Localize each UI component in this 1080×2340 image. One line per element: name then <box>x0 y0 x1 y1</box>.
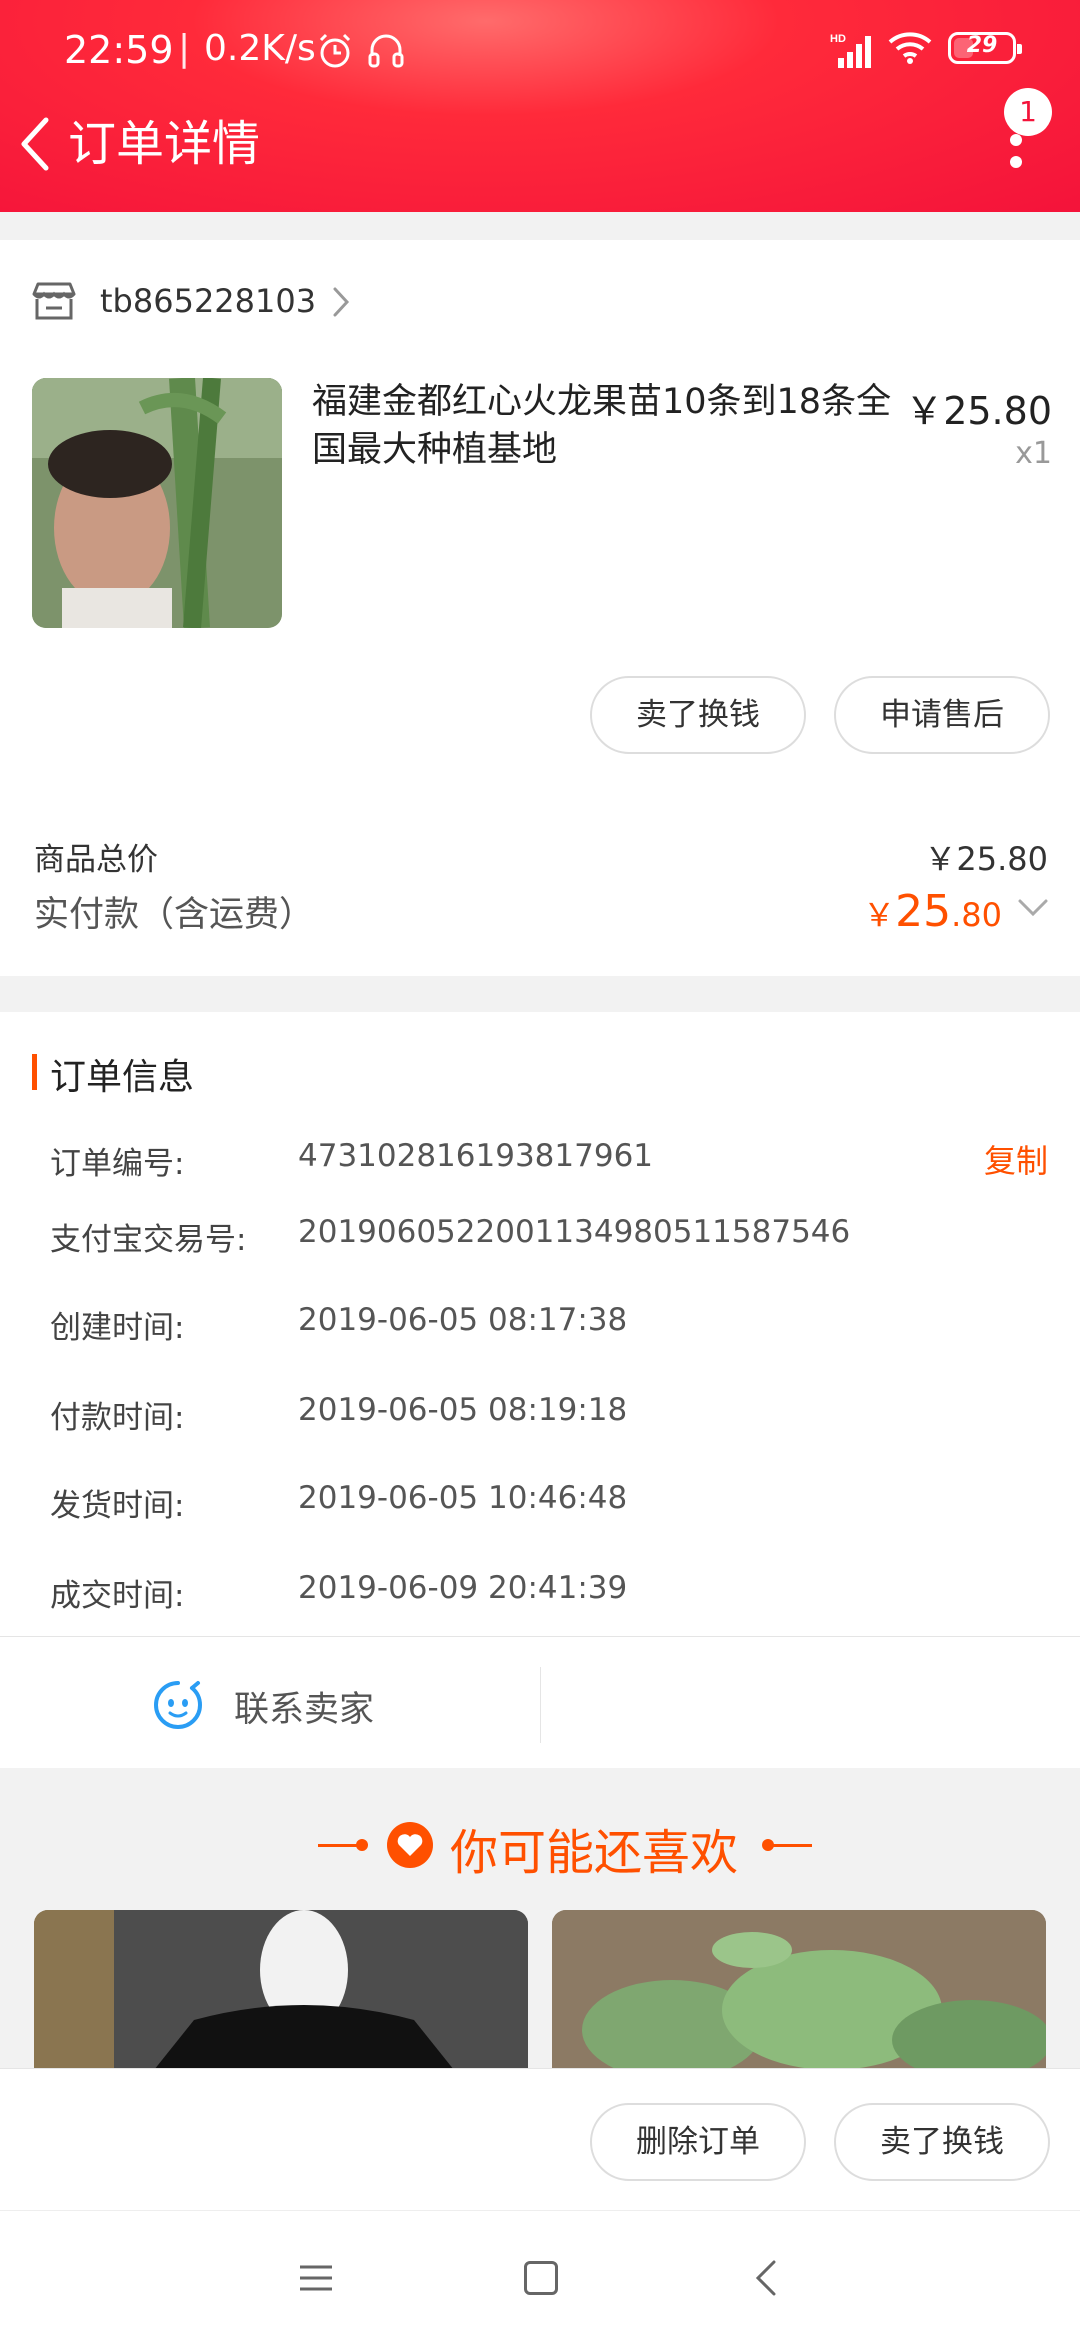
alarm-icon <box>319 33 351 68</box>
order-info-title: 订单信息 <box>50 1057 195 1098</box>
battery-icon: 29 <box>948 32 1022 64</box>
recommend-header: 你可能还喜欢 <box>0 1808 1080 1881</box>
product-price: ￥25.80 <box>905 389 1052 433</box>
home-icon[interactable] <box>524 2261 558 2295</box>
order-card: tb865228103 福建金都红心火龙果苗10条到18条全国最大种植基地 ￥2… <box>0 240 1080 976</box>
contact-seller-label: 联系卖家 <box>234 1690 375 1730</box>
order-number-label: 订单编号: <box>50 1146 185 1182</box>
decor-line <box>772 1844 812 1847</box>
heart-icon <box>387 1822 433 1868</box>
paid-amount: ￥25.80 <box>863 886 1002 937</box>
decor-dot <box>356 1839 368 1851</box>
divider <box>540 1667 541 1743</box>
notification-badge[interactable]: 1 <box>1004 88 1052 136</box>
completed-time-label: 成交时间: <box>50 1578 185 1614</box>
alipay-number-value: 2019060522001134980511587546 <box>298 1214 851 1250</box>
alipay-number-label: 支付宝交易号: <box>50 1222 247 1258</box>
nav-back-icon[interactable] <box>754 2259 778 2297</box>
order-number-value: 473102816193817961 <box>298 1138 654 1174</box>
chevron-right-icon <box>333 287 350 317</box>
wifi-icon <box>888 32 932 64</box>
paid-label: 实付款（含运费） <box>34 895 315 935</box>
product-quantity: x1 <box>1015 436 1052 471</box>
shop-link[interactable]: tb865228103 <box>0 270 1080 340</box>
recommend-title: 你可能还喜欢 <box>450 1825 739 1881</box>
menu-icon[interactable] <box>298 2263 334 2293</box>
created-time-label: 创建时间: <box>50 1310 185 1346</box>
sell-button[interactable]: 卖了换钱 <box>590 676 806 754</box>
system-nav-bar <box>0 2210 1080 2340</box>
network-speed: 0.2K/s <box>204 28 316 69</box>
shop-icon <box>32 282 76 320</box>
recommend-item-shirt[interactable] <box>34 1910 528 2070</box>
shipped-time-label: 发货时间: <box>50 1488 185 1524</box>
chevron-down-icon[interactable] <box>1016 896 1050 920</box>
status-bar: 22:59 | 0.2K/s HD 29 <box>0 0 1080 100</box>
product-image[interactable] <box>32 378 282 628</box>
delete-order-button[interactable]: 删除订单 <box>590 2103 806 2181</box>
shipped-time-value: 2019-06-05 10:46:48 <box>298 1480 628 1516</box>
product-title[interactable]: 福建金都红心火龙果苗10条到18条全国最大种植基地 <box>312 378 912 474</box>
goods-total-value: ￥25.80 <box>924 840 1048 878</box>
completed-time-value: 2019-06-09 20:41:39 <box>298 1570 628 1606</box>
paid-time-value: 2019-06-05 08:19:18 <box>298 1392 628 1428</box>
page-title: 订单详情 <box>68 116 261 172</box>
bottom-sell-button[interactable]: 卖了换钱 <box>834 2103 1050 2181</box>
status-time: 22:59 <box>64 28 174 72</box>
decor-line <box>318 1844 358 1847</box>
goods-total-label: 商品总价 <box>34 842 158 878</box>
section-accent-bar <box>32 1054 37 1090</box>
bottom-action-bar: 删除订单 卖了换钱 <box>0 2068 1080 2210</box>
signal-icon: HD <box>830 33 871 68</box>
order-info-card: 订单信息 订单编号: 473102816193817961 复制 支付宝交易号:… <box>0 1012 1080 1768</box>
created-time-value: 2019-06-05 08:17:38 <box>298 1302 628 1338</box>
recommend-item-plant[interactable] <box>552 1910 1046 2070</box>
app-header: 22:59 | 0.2K/s HD 29 订单详情 1 <box>0 0 1080 212</box>
paid-time-label: 付款时间: <box>50 1400 185 1436</box>
status-separator: | <box>178 28 191 69</box>
copy-button[interactable]: 复制 <box>984 1136 1048 1182</box>
back-button[interactable] <box>14 112 58 176</box>
contact-seller-button[interactable]: 联系卖家 <box>0 1636 1080 1768</box>
headset-icon <box>368 34 404 68</box>
shop-name: tb865228103 <box>100 282 317 320</box>
battery-level: 29 <box>966 33 998 58</box>
chat-face-icon <box>154 1681 203 1729</box>
after-sale-button[interactable]: 申请售后 <box>834 676 1050 754</box>
svg-text:HD: HD <box>830 33 846 45</box>
